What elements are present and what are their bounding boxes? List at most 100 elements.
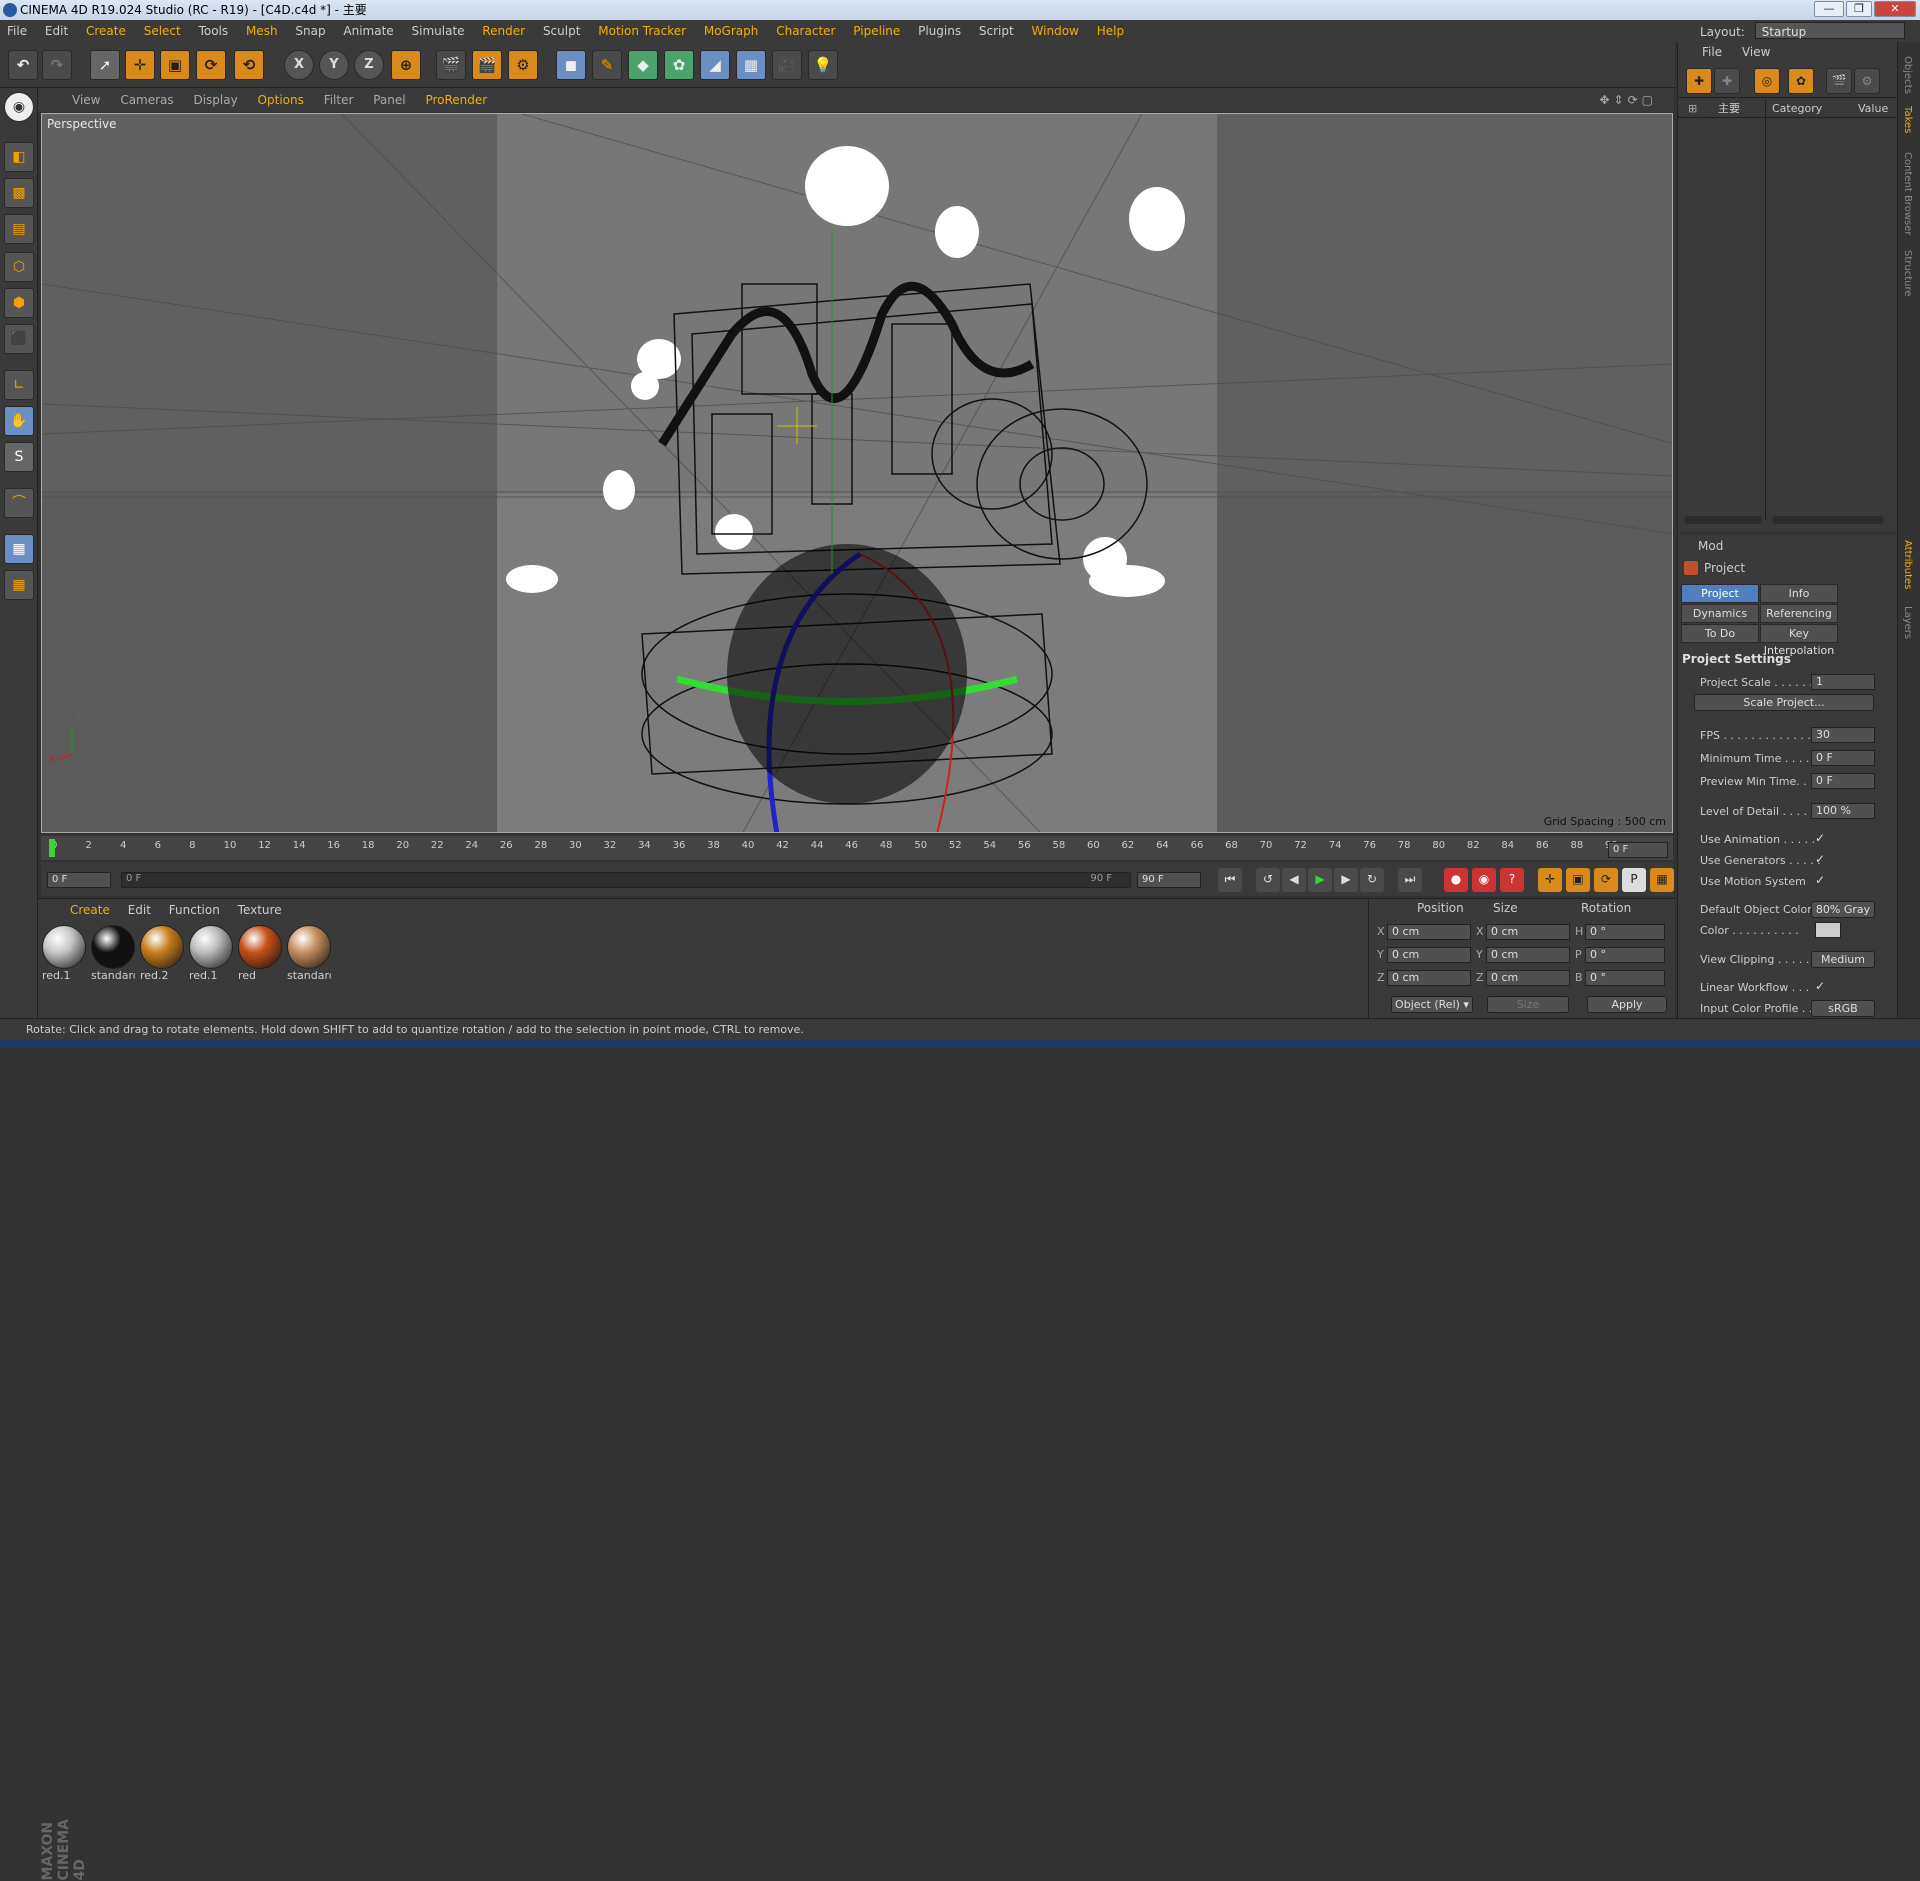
- magnet-icon[interactable]: ⌒: [4, 488, 34, 518]
- side-tab-content-browser[interactable]: Content Browser: [1902, 152, 1913, 235]
- viewport-menu-display[interactable]: Display: [185, 93, 245, 107]
- size-x-field[interactable]: 0 cm: [1486, 924, 1570, 940]
- objmgr-tool-3-icon[interactable]: ◎: [1754, 68, 1780, 94]
- key-parameter-icon[interactable]: P: [1622, 868, 1646, 892]
- menu-create[interactable]: Create: [79, 20, 133, 42]
- level-of-detail-field[interactable]: 100 %: [1811, 803, 1875, 819]
- key-scale-icon[interactable]: ▣: [1566, 868, 1590, 892]
- prev-key-button[interactable]: ↺: [1256, 868, 1280, 892]
- pos-x-field[interactable]: 0 cm: [1387, 924, 1471, 940]
- key-rotation-icon[interactable]: ⟳: [1594, 868, 1618, 892]
- objmgr-col-category[interactable]: Category: [1772, 100, 1822, 118]
- menu-animate[interactable]: Animate: [336, 20, 400, 42]
- planar-workplane-icon[interactable]: ▦: [4, 570, 34, 600]
- material-swatch[interactable]: red.2: [140, 925, 184, 985]
- autokey-button[interactable]: ◉: [1472, 868, 1496, 892]
- apply-button[interactable]: Apply: [1587, 996, 1667, 1013]
- minimum-time-field[interactable]: 0 F: [1811, 750, 1875, 766]
- objmgr-col-value[interactable]: Value: [1858, 100, 1888, 118]
- current-frame-field[interactable]: 0 F: [1608, 842, 1668, 858]
- viewport-nav-icons[interactable]: ✥⇕⟳▢: [1591, 88, 1665, 112]
- material-menu-texture[interactable]: Texture: [231, 903, 289, 917]
- timeline-ruler[interactable]: 0246810121416182022242628303234363840424…: [41, 836, 1673, 860]
- side-tab-takes[interactable]: Takes: [1902, 106, 1913, 133]
- material-swatch[interactable]: red.1: [189, 925, 233, 985]
- render-picture-viewer-icon[interactable]: 🎬: [472, 50, 502, 80]
- minimize-button[interactable]: —: [1814, 1, 1844, 17]
- objmgr-tool-2-icon[interactable]: ✚: [1714, 68, 1740, 94]
- menu-mograph[interactable]: MoGraph: [697, 20, 766, 42]
- linear-workflow-checkbox[interactable]: ✓: [1815, 979, 1825, 993]
- floor-scene-icon[interactable]: ▦: [736, 50, 766, 80]
- objmgr-tool-4-icon[interactable]: ✿: [1788, 68, 1814, 94]
- goto-end-button[interactable]: ⏭: [1398, 868, 1422, 892]
- rot-p-field[interactable]: 0 °: [1585, 947, 1665, 963]
- rot-h-field[interactable]: 0 °: [1585, 924, 1665, 940]
- menu-plugins[interactable]: Plugins: [911, 20, 968, 42]
- menu-file[interactable]: File: [0, 20, 34, 42]
- rotate-tool-button[interactable]: ⟳: [196, 50, 226, 80]
- rot-b-field[interactable]: 0 °: [1585, 970, 1665, 986]
- objmgr-menu-view[interactable]: View: [1734, 45, 1778, 59]
- pos-z-field[interactable]: 0 cm: [1387, 970, 1471, 986]
- material-swatch[interactable]: standard: [287, 925, 331, 985]
- material-menu-create[interactable]: Create: [63, 903, 117, 917]
- use-motion-system-checkbox[interactable]: ✓: [1815, 873, 1825, 887]
- menu-tools[interactable]: Tools: [192, 20, 236, 42]
- start-frame-field[interactable]: 0 F: [47, 872, 111, 888]
- range-slider[interactable]: 0 F 90 F: [121, 872, 1131, 888]
- view-clipping-dropdown[interactable]: Medium: [1811, 951, 1875, 968]
- scale-project-button[interactable]: Scale Project...: [1694, 694, 1874, 711]
- use-generators-checkbox[interactable]: ✓: [1815, 852, 1825, 866]
- objmgr-expand-icon[interactable]: ⊞: [1688, 100, 1697, 118]
- viewport-menu-view[interactable]: View: [64, 93, 108, 107]
- material-menu-edit[interactable]: Edit: [121, 903, 158, 917]
- viewport-menu-prorender[interactable]: ProRender: [417, 93, 495, 107]
- menu-script[interactable]: Script: [972, 20, 1021, 42]
- menu-motion-tracker[interactable]: Motion Tracker: [591, 20, 693, 42]
- viewport-menu-panel[interactable]: Panel: [365, 93, 413, 107]
- use-animation-checkbox[interactable]: ✓: [1815, 831, 1825, 845]
- redo-button[interactable]: ↷: [42, 50, 72, 80]
- menu-pipeline[interactable]: Pipeline: [846, 20, 907, 42]
- goto-start-button[interactable]: ⏮: [1218, 868, 1242, 892]
- light-icon[interactable]: 💡: [808, 50, 838, 80]
- z-axis-lock-button[interactable]: Z: [354, 50, 384, 80]
- key-pla-icon[interactable]: ▦: [1650, 868, 1674, 892]
- menu-snap[interactable]: Snap: [288, 20, 332, 42]
- objmgr-hscroll-left[interactable]: [1684, 516, 1762, 524]
- menu-window[interactable]: Window: [1025, 20, 1086, 42]
- menu-character[interactable]: Character: [769, 20, 842, 42]
- input-color-profile-dropdown[interactable]: sRGB: [1811, 1000, 1875, 1017]
- tab-referencing[interactable]: Referencing: [1760, 604, 1838, 623]
- select-tool-button[interactable]: ➚: [90, 50, 120, 80]
- tab-dynamics[interactable]: Dynamics: [1681, 604, 1759, 623]
- tab-key-interpolation[interactable]: Key Interpolation: [1760, 624, 1838, 657]
- menu-sculpt[interactable]: Sculpt: [536, 20, 587, 42]
- side-tab-objects[interactable]: Objects: [1902, 56, 1913, 94]
- y-axis-lock-button[interactable]: Y: [319, 50, 349, 80]
- coordinate-mode-dropdown[interactable]: Object (Rel) ▾: [1391, 996, 1473, 1013]
- material-menu-function[interactable]: Function: [162, 903, 227, 917]
- side-tab-attributes[interactable]: Attributes: [1902, 540, 1913, 589]
- menu-select[interactable]: Select: [137, 20, 188, 42]
- polygons-mode-icon[interactable]: ⬛: [4, 324, 34, 354]
- snap-icon[interactable]: S: [4, 442, 34, 472]
- deformer-icon[interactable]: ◢: [700, 50, 730, 80]
- edges-mode-icon[interactable]: ⬢: [4, 288, 34, 318]
- coordinate-system-button[interactable]: ⊕: [391, 50, 421, 80]
- pos-y-field[interactable]: 0 cm: [1387, 947, 1471, 963]
- menu-help[interactable]: Help: [1090, 20, 1131, 42]
- render-view-icon[interactable]: 🎬: [436, 50, 466, 80]
- project-scale-field[interactable]: 1: [1811, 674, 1875, 690]
- menu-edit[interactable]: Edit: [38, 20, 75, 42]
- camera-icon[interactable]: 🎥: [772, 50, 802, 80]
- viewport-menu-filter[interactable]: Filter: [316, 93, 362, 107]
- perspective-viewport[interactable]: Perspective Y X Grid Spacing : 500 cm: [41, 113, 1673, 833]
- key-position-icon[interactable]: ✛: [1538, 868, 1562, 892]
- menu-mesh[interactable]: Mesh: [239, 20, 285, 42]
- objmgr-tool-1-icon[interactable]: ✚: [1686, 68, 1712, 94]
- cloner-icon[interactable]: ✿: [664, 50, 694, 80]
- model-mode-icon[interactable]: ◉: [4, 92, 34, 122]
- tweak-mode-icon[interactable]: ✋: [4, 406, 34, 436]
